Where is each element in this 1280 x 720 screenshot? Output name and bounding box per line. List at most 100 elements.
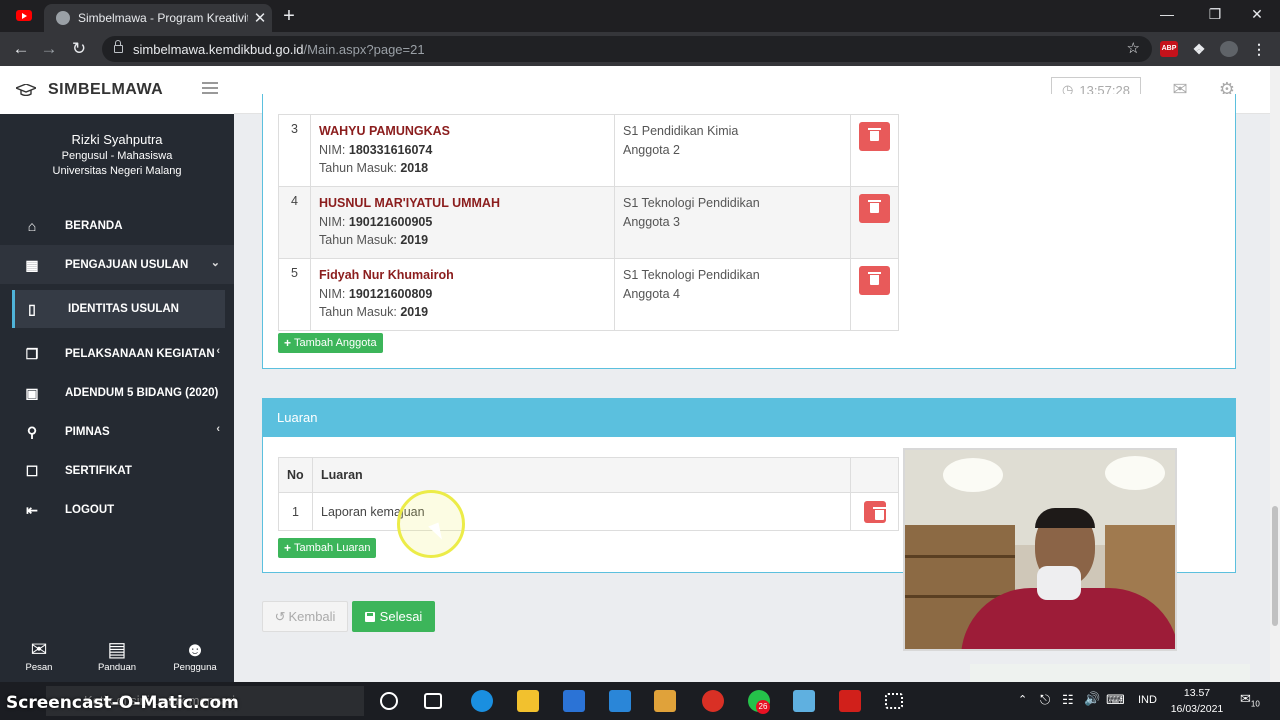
- browser-tab-active[interactable]: Simbelmawa - Program Kreativita ✕: [44, 4, 272, 32]
- snipping-tool-icon[interactable]: [885, 693, 903, 709]
- undo-icon: ↺: [274, 608, 286, 624]
- reload-icon[interactable]: ↻: [68, 38, 90, 60]
- member-no: 5: [278, 258, 311, 331]
- task-view-icon[interactable]: [424, 693, 442, 709]
- extensions-puzzle-icon[interactable]: ❖: [1190, 41, 1208, 57]
- finish-button[interactable]: Selesai: [352, 601, 435, 632]
- back-button[interactable]: ↺ Kembali: [262, 601, 348, 632]
- sidebar-menu: ⌂ BERANDA ▦ PENGAJUAN USULAN ⌄ ▯ IDENTIT…: [0, 206, 234, 529]
- new-tab-button[interactable]: +: [276, 5, 302, 29]
- media-player-icon[interactable]: [654, 690, 676, 712]
- delete-luaran-button[interactable]: [863, 500, 886, 523]
- member-nim: 190121600905: [348, 214, 433, 229]
- sidebar-item-beranda[interactable]: ⌂ BERANDA: [0, 206, 234, 245]
- member-info: HUSNUL MAR'IYATUL UMMAH NIM: 19012160090…: [310, 186, 615, 259]
- nim-label: NIM:: [319, 214, 346, 229]
- taskbar-date: 16/03/2021: [1170, 703, 1224, 715]
- language-indicator[interactable]: IND: [1138, 694, 1157, 706]
- sidebar-item-sertifikat[interactable]: ☐ SERTIFIKAT: [0, 451, 234, 490]
- chevron-down-icon: ⌄: [210, 257, 220, 269]
- sidebar-item-identitas-usulan[interactable]: ▯ IDENTITAS USULAN: [12, 290, 225, 328]
- minimize-icon[interactable]: —: [1144, 0, 1190, 30]
- taskbar-time: 13.57: [1183, 687, 1211, 699]
- year-label: Tahun Masuk:: [319, 161, 397, 175]
- panduan-button[interactable]: ▤ Panduan: [82, 638, 152, 682]
- chrome-icon[interactable]: [702, 690, 724, 712]
- column-header-no: No: [278, 457, 313, 493]
- members-card: 3 WAHYU PAMUNGKAS NIM: 180331616074 Tahu…: [262, 94, 1236, 369]
- sign-out-icon: ⇤: [26, 501, 38, 518]
- window-close-icon[interactable]: ✕: [1234, 0, 1280, 30]
- notebook-icon: ▤: [107, 639, 127, 661]
- sidebar-item-pengajuan-usulan[interactable]: ▦ PENGAJUAN USULAN ⌄: [0, 245, 234, 284]
- adblock-plus-icon[interactable]: ABP: [1160, 41, 1178, 57]
- copy-icon: ❐: [25, 345, 39, 362]
- member-nim: 190121600809: [348, 286, 433, 301]
- profile-avatar-icon[interactable]: [1220, 41, 1238, 57]
- table-row: 4 HUSNUL MAR'IYATUL UMMAH NIM: 190121600…: [278, 186, 899, 259]
- bookmark-star-icon[interactable]: ☆: [1127, 39, 1140, 57]
- notes-app-icon[interactable]: [793, 690, 815, 712]
- nim-label: NIM:: [319, 142, 346, 157]
- hamburger-menu-icon[interactable]: [202, 82, 218, 94]
- address-bar[interactable]: simbelmawa.kemdikbud.go.id/Main.aspx?pag…: [102, 36, 1152, 62]
- file-explorer-icon[interactable]: [517, 690, 539, 712]
- youtube-tab-icon[interactable]: [16, 10, 32, 21]
- add-member-button[interactable]: + Tambah Anggota: [278, 333, 383, 353]
- members-table: 3 WAHYU PAMUNGKAS NIM: 180331616074 Tahu…: [278, 114, 899, 331]
- store-icon[interactable]: [563, 690, 585, 712]
- nim-label: NIM:: [319, 286, 346, 301]
- pesan-label: Pesan: [25, 662, 53, 673]
- delete-member-button[interactable]: [859, 122, 890, 151]
- pesan-button[interactable]: ✉ Pesan: [4, 638, 74, 682]
- add-luaran-label: Tambah Luaran: [294, 542, 371, 554]
- browser-menu-icon[interactable]: ⋮: [1250, 41, 1268, 57]
- edge-icon[interactable]: [471, 690, 493, 712]
- overlay-bar: [970, 664, 1250, 682]
- maximize-icon[interactable]: ❐: [1192, 0, 1238, 30]
- tab-close-icon[interactable]: ✕: [248, 9, 272, 27]
- notification-center-icon[interactable]: ✉10: [1240, 691, 1260, 709]
- pengguna-button[interactable]: ☻ Pengguna: [160, 638, 230, 682]
- user-icon: ☻: [184, 639, 206, 661]
- sidebar-item-pelaksanaan-kegiatan[interactable]: ❐ PELAKSANAAN KEGIATAN ‹: [0, 334, 234, 373]
- wifi-icon[interactable]: ☷: [1062, 692, 1074, 708]
- sidebar-item-label: IDENTITAS USULAN: [68, 303, 179, 315]
- pdf-reader-icon[interactable]: [839, 690, 861, 712]
- mail-icon[interactable]: [609, 690, 631, 712]
- sidebar-item-adendum[interactable]: ▣ ADENDUM 5 BIDANG (2020): [0, 373, 234, 412]
- volume-icon[interactable]: 🔊: [1084, 691, 1100, 707]
- scrollbar-thumb[interactable]: [1272, 506, 1278, 626]
- brand-header: SIMBELMAWA: [0, 66, 234, 114]
- page-scrollbar[interactable]: [1270, 66, 1280, 682]
- member-year: 2019: [400, 305, 429, 319]
- back-arrow-icon[interactable]: ←: [10, 38, 32, 60]
- member-nim: 180331616074: [348, 142, 433, 157]
- chevron-left-icon: ‹: [216, 345, 220, 357]
- delete-member-button[interactable]: [859, 266, 890, 295]
- cortana-icon[interactable]: [380, 692, 398, 710]
- member-program-cell: S1 Teknologi Pendidikan Anggota 3: [614, 186, 851, 259]
- finish-label: Selesai: [379, 609, 423, 624]
- member-no: 4: [278, 186, 311, 259]
- sidebar-item-pimnas[interactable]: ⚲ PIMNAS ‹: [0, 412, 234, 451]
- sidebar-item-logout[interactable]: ⇤ LOGOUT: [0, 490, 234, 529]
- sidebar: SIMBELMAWA Rizki Syahputra Pengusul - Ma…: [0, 66, 234, 682]
- member-action-cell: [850, 186, 899, 259]
- taskbar-clock[interactable]: 13.57 16/03/2021: [1162, 685, 1232, 717]
- tray-chevron-up-icon[interactable]: ⌃: [1018, 693, 1027, 706]
- envelope-icon: ✉: [30, 639, 48, 661]
- whatsapp-unread-badge: 26: [756, 700, 770, 714]
- table-row: 1 Laporan kemajuan: [278, 492, 899, 531]
- webcam-person-hair: [1035, 508, 1095, 528]
- usb-icon[interactable]: ⎋: [1040, 692, 1050, 708]
- member-program-cell: S1 Pendidikan Kimia Anggota 2: [614, 114, 851, 187]
- keyboard-icon[interactable]: ⌨: [1106, 692, 1125, 708]
- delete-member-button[interactable]: [859, 194, 890, 223]
- add-luaran-button[interactable]: + Tambah Luaran: [278, 538, 377, 558]
- file-icon: ☐: [25, 462, 39, 479]
- sidebar-item-label: ADENDUM 5 BIDANG (2020): [65, 386, 219, 399]
- windows-taskbar: Ketik di sini untuk mencari Screencast-O…: [0, 682, 1280, 720]
- forward-arrow-icon[interactable]: →: [38, 38, 60, 60]
- url-path: /Main.aspx?page=21: [303, 41, 425, 57]
